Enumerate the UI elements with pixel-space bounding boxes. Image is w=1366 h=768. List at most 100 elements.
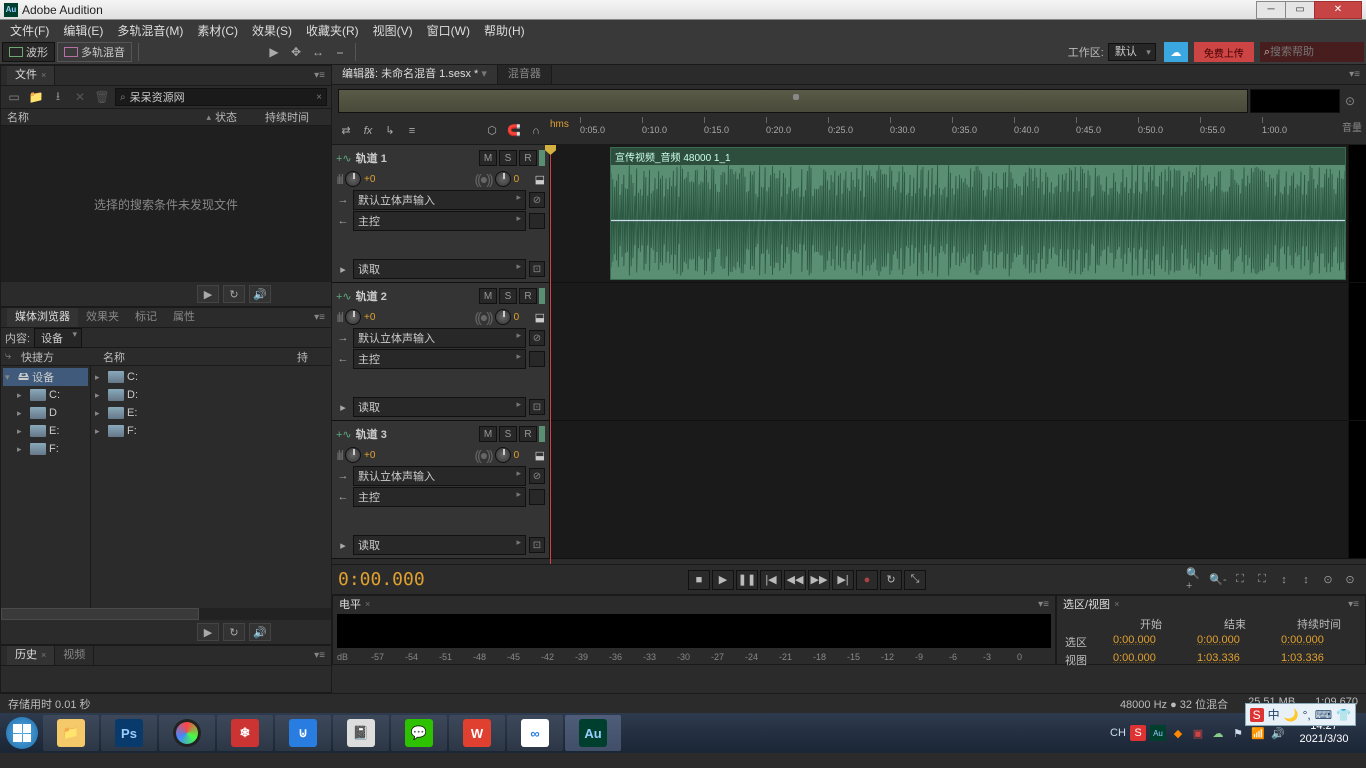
- panel-menu-icon[interactable]: ▾≡: [314, 650, 325, 661]
- playhead[interactable]: [550, 145, 551, 564]
- ime-indicator[interactable]: CH: [1110, 725, 1126, 741]
- editor-tab-main[interactable]: 编辑器: 未命名混音 1.sesx * ▾: [332, 65, 498, 84]
- ime-toolbar[interactable]: S 中 🌙 °, ⌨ 👕: [1245, 703, 1356, 726]
- zoom-full-icon[interactable]: ⛶: [1230, 571, 1250, 589]
- taskbar-app-blue[interactable]: ⊍: [275, 715, 331, 751]
- list-item[interactable]: ▸D:: [93, 386, 329, 404]
- automation-dropdown[interactable]: 读取: [353, 535, 526, 555]
- help-search-input[interactable]: [1270, 46, 1360, 58]
- send-icon[interactable]: ↳: [380, 122, 400, 140]
- menu-effects[interactable]: 效果(S): [246, 22, 298, 39]
- menu-favorites[interactable]: 收藏夹(R): [300, 22, 365, 39]
- close-icon[interactable]: ×: [365, 599, 370, 609]
- view-start[interactable]: 0:00.000: [1113, 652, 1189, 668]
- zoom-out-icon[interactable]: 🔍-: [1208, 571, 1228, 589]
- input-dropdown[interactable]: 默认立体声输入: [353, 190, 526, 210]
- solo-button[interactable]: S: [499, 150, 517, 166]
- tree-drive-c[interactable]: ▸C:: [3, 386, 88, 404]
- maximize-button[interactable]: ▭: [1285, 1, 1315, 19]
- taskbar-app-red[interactable]: ❄: [217, 715, 273, 751]
- play-preview-button[interactable]: ▶: [197, 285, 219, 303]
- menu-view[interactable]: 视图(V): [367, 22, 419, 39]
- skip-selection-button[interactable]: ⤡: [904, 570, 926, 590]
- minimize-button[interactable]: ─: [1256, 1, 1286, 19]
- autoplay-button[interactable]: 🔊: [249, 623, 271, 641]
- content-dropdown[interactable]: 设备: [34, 328, 82, 348]
- menu-help[interactable]: 帮助(H): [478, 22, 531, 39]
- automation-dropdown[interactable]: 读取: [353, 397, 526, 417]
- panel-menu-icon[interactable]: ▾≡: [1038, 599, 1049, 610]
- track-lane[interactable]: [550, 421, 1348, 558]
- record-arm-button[interactable]: R: [519, 426, 537, 442]
- close-file-icon[interactable]: ✕: [71, 89, 89, 105]
- trash-icon[interactable]: 🗑: [93, 89, 111, 105]
- tab-properties[interactable]: 属性: [165, 308, 203, 327]
- close-button[interactable]: ✕: [1314, 1, 1362, 19]
- overview-navigator[interactable]: [338, 89, 1248, 113]
- tab-media-browser[interactable]: 媒体浏览器: [7, 308, 78, 327]
- menu-edit[interactable]: 编辑(E): [57, 22, 109, 39]
- automation-opts-icon[interactable]: ⊡: [529, 537, 545, 553]
- automation-arrow-icon[interactable]: ▸: [336, 263, 350, 276]
- input-monitor-icon[interactable]: ⊘: [529, 330, 545, 346]
- volume-value[interactable]: +0: [364, 312, 382, 323]
- pan-knob[interactable]: [495, 309, 511, 325]
- track-name[interactable]: 轨道 2: [356, 288, 387, 304]
- loop-preview-button[interactable]: ↻: [223, 623, 245, 641]
- automation-arrow-icon[interactable]: ▸: [336, 539, 350, 552]
- sort-icon[interactable]: ▴: [206, 112, 211, 123]
- pause-button[interactable]: ❚❚: [736, 570, 758, 590]
- volume-knob[interactable]: [345, 171, 361, 187]
- mute-button[interactable]: M: [479, 150, 497, 166]
- zoom-in-point-icon[interactable]: ⊙: [1318, 571, 1338, 589]
- solo-button[interactable]: S: [499, 426, 517, 442]
- tray-icon[interactable]: ⚑: [1230, 725, 1246, 741]
- taskbar-wechat[interactable]: 💬: [391, 715, 447, 751]
- close-icon[interactable]: ×: [1114, 599, 1119, 609]
- clear-search-icon[interactable]: ×: [316, 92, 322, 103]
- track-name[interactable]: 轨道 1: [356, 150, 387, 166]
- close-icon[interactable]: ×: [41, 70, 46, 80]
- output-dropdown[interactable]: 主控: [353, 349, 526, 369]
- sel-end[interactable]: 0:00.000: [1197, 634, 1273, 650]
- menu-window[interactable]: 窗口(W): [421, 22, 476, 39]
- pan-knob[interactable]: [495, 171, 511, 187]
- ime-zhong[interactable]: 中: [1268, 706, 1280, 723]
- volume-value[interactable]: +0: [364, 174, 382, 185]
- autoplay-button[interactable]: 🔊: [249, 285, 271, 303]
- overview-bar[interactable]: ⊙: [338, 89, 1360, 113]
- menu-clip[interactable]: 素材(C): [191, 22, 244, 39]
- start-button[interactable]: [2, 713, 42, 753]
- panel-menu-icon[interactable]: ▾≡: [1348, 599, 1359, 610]
- tray-volume-icon[interactable]: 🔊: [1270, 725, 1286, 741]
- upload-button[interactable]: 免费上传: [1194, 42, 1254, 62]
- mute-button[interactable]: M: [479, 426, 497, 442]
- tray-sogou-icon[interactable]: S: [1130, 725, 1146, 741]
- panel-menu-icon[interactable]: ▾≡: [1349, 69, 1360, 80]
- zoom-in-v-icon[interactable]: ↕: [1274, 571, 1294, 589]
- output-dropdown[interactable]: 主控: [353, 487, 526, 507]
- help-search[interactable]: ⌕: [1260, 42, 1364, 62]
- taskbar-baidu[interactable]: ∞: [507, 715, 563, 751]
- headphone-icon[interactable]: ∩: [526, 122, 546, 140]
- tray-icon[interactable]: ▣: [1190, 725, 1206, 741]
- loop-preview-button[interactable]: ↻: [223, 285, 245, 303]
- tray-icon[interactable]: ☁: [1210, 725, 1226, 741]
- tab-effects-rack[interactable]: 效果夹: [78, 308, 127, 327]
- output-dropdown[interactable]: 主控: [353, 211, 526, 231]
- forward-button[interactable]: ▶▶: [808, 570, 830, 590]
- view-end[interactable]: 1:03.336: [1197, 652, 1273, 668]
- view-dur[interactable]: 1:03.336: [1281, 652, 1357, 668]
- tab-history[interactable]: 历史×: [7, 646, 55, 665]
- multitrack-mode-button[interactable]: 多轨混音: [57, 42, 132, 62]
- go-start-button[interactable]: |◀: [760, 570, 782, 590]
- taskbar-explorer[interactable]: 📁: [43, 715, 99, 751]
- zoom-in-icon[interactable]: 🔍+: [1186, 571, 1206, 589]
- snap-icon[interactable]: ⬡: [482, 122, 502, 140]
- track-lane[interactable]: [550, 283, 1348, 420]
- files-search-input[interactable]: [130, 91, 317, 103]
- pan-value[interactable]: 0: [514, 174, 532, 185]
- input-dropdown[interactable]: 默认立体声输入: [353, 328, 526, 348]
- files-search[interactable]: ⌕ ×: [115, 88, 327, 106]
- mono-stereo-icon[interactable]: ⬓: [535, 449, 545, 462]
